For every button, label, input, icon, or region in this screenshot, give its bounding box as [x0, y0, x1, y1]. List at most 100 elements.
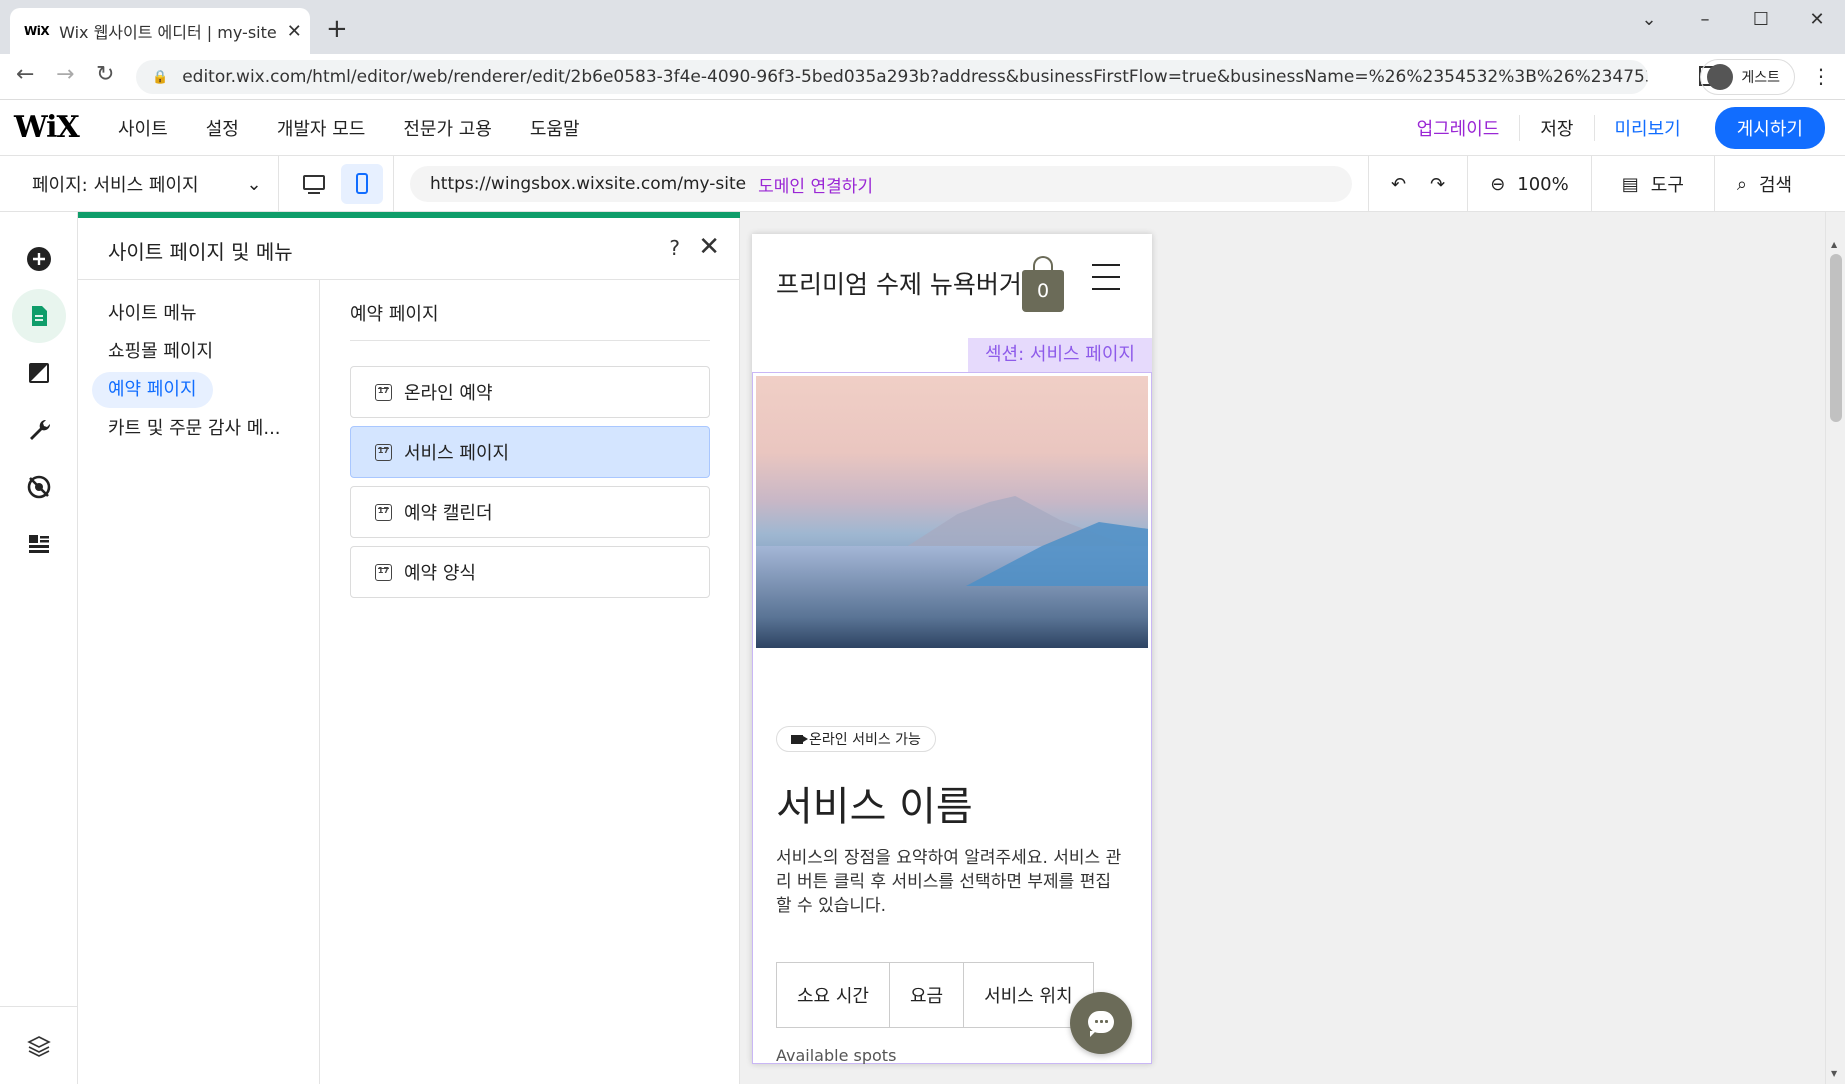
page-item-booking-form[interactable]: 17 예약 양식: [350, 546, 710, 598]
scrollbar-thumb[interactable]: [1830, 254, 1842, 422]
menu-settings[interactable]: 설정: [206, 115, 239, 141]
site-pages-panel: 사이트 페이지 및 메뉴 ? ✕ 사이트 메뉴 쇼핑몰 페이지 예약 페이지 카…: [78, 212, 740, 1084]
canvas-scrollbar[interactable]: ▲ ▼: [1825, 212, 1845, 1084]
chevron-down-icon: ⌄: [246, 173, 262, 195]
profile-button[interactable]: 게스트: [1700, 59, 1795, 95]
mobile-view-button[interactable]: [341, 164, 383, 204]
editor-tools: ↶ ↷ ⊖ 100% ▤ 도구 ⌕ 검색: [1368, 156, 1814, 212]
editor-sub-bar: 페이지: 서비스 페이지 ⌄ https://wingsbox.wixsite.…: [0, 156, 1845, 212]
panel-header: 사이트 페이지 및 메뉴 ? ✕: [78, 218, 740, 280]
forward-icon[interactable]: →: [56, 62, 74, 87]
editor-main-menu: 사이트 설정 개발자 모드 전문가 고용 도움말: [118, 100, 580, 156]
editor-top-bar: WiX 사이트 설정 개발자 모드 전문가 고용 도움말 업그레이드 저장 미리…: [0, 100, 1845, 156]
zoom-button[interactable]: ⊖ 100%: [1467, 156, 1591, 212]
reload-icon[interactable]: ↻: [96, 62, 114, 87]
wrench-icon: [30, 419, 51, 440]
cart-bag-icon[interactable]: 0: [1022, 256, 1064, 312]
panel-title: 사이트 페이지 및 메뉴: [108, 240, 293, 264]
search-button[interactable]: ⌕ 검색: [1713, 156, 1814, 212]
tools-label: 도구: [1650, 175, 1684, 196]
tab-title: Wix 웹사이트 에디터 | my-site: [59, 23, 277, 42]
browser-tab-bar: WiX Wix 웹사이트 에디터 | my-site ✕ + ⌄ – ☐ ✕: [0, 0, 1845, 54]
tools-button[interactable]: ▤ 도구: [1590, 156, 1714, 212]
page-item-service-page[interactable]: 17 서비스 페이지: [350, 426, 710, 478]
page-list: 예약 페이지 17 온라인 예약 17 서비스 페이지 17 예약 캘린더 17…: [320, 280, 740, 1084]
scroll-down-icon[interactable]: ▼: [1831, 1069, 1837, 1078]
video-camera-icon: [791, 734, 808, 744]
duration-cell: 소요 시간: [777, 963, 890, 1027]
business-button[interactable]: [12, 517, 66, 571]
tools-icon: ▤: [1621, 173, 1639, 195]
page-list-header: 예약 페이지: [350, 300, 710, 341]
service-description[interactable]: 서비스의 장점을 요약하여 알려주세요. 서비스 관리 버튼 클릭 후 서비스를…: [776, 846, 1126, 918]
theme-icon: [29, 363, 49, 383]
page-item-label: 서비스 페이지: [404, 443, 510, 464]
address-bar[interactable]: 🔒 editor.wix.com/html/editor/web/rendere…: [136, 60, 1648, 94]
hamburger-menu-icon[interactable]: [1092, 264, 1120, 300]
desktop-icon: [303, 175, 325, 190]
nav-cart-thankyou[interactable]: 카트 및 주문 감사 메...: [92, 411, 297, 447]
chat-icon[interactable]: [1070, 992, 1132, 1054]
save-button[interactable]: 저장: [1520, 115, 1595, 141]
close-window-icon[interactable]: ✕: [1789, 0, 1845, 40]
service-name[interactable]: 서비스 이름: [776, 774, 973, 832]
page-item-label: 예약 캘린더: [404, 503, 493, 524]
redo-icon[interactable]: ↷: [1430, 174, 1445, 195]
section-frame[interactable]: [752, 372, 1152, 1064]
wix-logo[interactable]: WiX: [14, 110, 80, 145]
price-cell: 요금: [890, 963, 965, 1027]
browser-tab[interactable]: WiX Wix 웹사이트 에디터 | my-site ✕: [10, 8, 310, 54]
window-controls: ⌄ – ☐ ✕: [1621, 0, 1845, 40]
more-options-icon[interactable]: ⋮: [1811, 64, 1831, 88]
page-item-label: 예약 양식: [404, 563, 476, 584]
design-button[interactable]: [12, 346, 66, 400]
menu-dev-mode[interactable]: 개발자 모드: [277, 115, 366, 141]
nav-site-menu[interactable]: 사이트 메뉴: [92, 296, 213, 332]
page-item-booking-calendar[interactable]: 17 예약 캘린더: [350, 486, 710, 538]
page-item-label: 온라인 예약: [404, 383, 493, 404]
desktop-view-button[interactable]: [293, 164, 335, 204]
lock-icon[interactable]: 🔒: [152, 70, 168, 85]
layers-icon: [27, 1035, 51, 1057]
tab-search-chevron-icon[interactable]: ⌄: [1621, 0, 1677, 40]
undo-redo: ↶ ↷: [1368, 156, 1467, 212]
site-title[interactable]: 프리미엄 수제 뉴욕버거: [776, 268, 1026, 302]
hero-image[interactable]: [756, 376, 1148, 648]
online-service-badge: 온라인 서비스 가능: [776, 726, 936, 752]
site-url: https://wingsbox.wixsite.com/my-site: [430, 174, 747, 194]
connect-domain-link[interactable]: 도메인 연결하기: [758, 172, 873, 197]
menu-help[interactable]: 도움말: [530, 115, 580, 141]
new-tab-icon[interactable]: +: [326, 14, 348, 44]
wix-favicon-icon: WiX: [24, 24, 50, 38]
publish-button[interactable]: 게시하기: [1714, 107, 1825, 149]
close-icon[interactable]: ✕: [698, 232, 720, 262]
layers-button[interactable]: [0, 1006, 78, 1084]
minimize-icon[interactable]: –: [1677, 0, 1733, 40]
page-item-online-booking[interactable]: 17 온라인 예약: [350, 366, 710, 418]
pages-button[interactable]: [12, 289, 66, 343]
back-icon[interactable]: ←: [16, 62, 34, 87]
badge-label: 온라인 서비스 가능: [809, 732, 921, 748]
left-rail: [0, 212, 78, 1084]
undo-icon[interactable]: ↶: [1391, 174, 1406, 195]
maximize-icon[interactable]: ☐: [1733, 0, 1789, 40]
preview-button[interactable]: 미리보기: [1595, 115, 1715, 141]
editor-actions: 업그레이드 저장 미리보기 게시하기: [1397, 100, 1825, 156]
add-apps-button[interactable]: [12, 403, 66, 457]
mobile-preview[interactable]: 프리미엄 수제 뉴욕버거 0 섹션: 서비스 페이지 온라인 서비스 가능 서비…: [752, 234, 1152, 1064]
panel-nav: 사이트 메뉴 쇼핑몰 페이지 예약 페이지 카트 및 주문 감사 메...: [78, 280, 320, 1084]
pages-icon: [32, 306, 47, 326]
add-elements-button[interactable]: [12, 232, 66, 286]
page-selector[interactable]: 페이지: 서비스 페이지 ⌄: [32, 156, 262, 212]
media-button[interactable]: [12, 460, 66, 514]
nav-booking-pages[interactable]: 예약 페이지: [92, 372, 213, 408]
menu-site[interactable]: 사이트: [118, 115, 168, 141]
scroll-up-icon[interactable]: ▲: [1831, 240, 1837, 249]
upgrade-button[interactable]: 업그레이드: [1397, 115, 1521, 141]
nav-store-pages[interactable]: 쇼핑몰 페이지: [92, 334, 229, 370]
close-tab-icon[interactable]: ✕: [287, 21, 302, 42]
help-icon[interactable]: ?: [669, 236, 680, 260]
address-url: editor.wix.com/html/editor/web/renderer/…: [182, 67, 1648, 87]
menu-hire-expert[interactable]: 전문가 고용: [403, 115, 492, 141]
section-label[interactable]: 섹션: 서비스 페이지: [968, 338, 1152, 372]
